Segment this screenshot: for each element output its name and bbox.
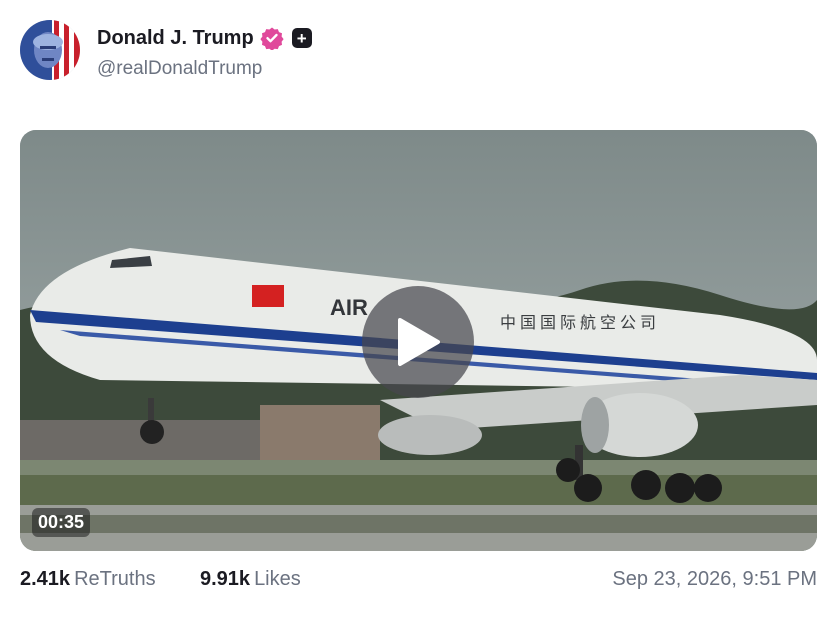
- likes-label: Likes: [254, 568, 301, 590]
- svg-text:AIR: AIR: [330, 295, 368, 320]
- plus-square-icon: +: [291, 28, 312, 48]
- author-display-name[interactable]: Donald J. Trump: [97, 27, 254, 50]
- retruths-count: 2.41k: [20, 568, 71, 590]
- avatar-image: [20, 20, 80, 80]
- retruths-stat[interactable]: 2.41k ReTruths: [20, 568, 156, 591]
- play-icon: [398, 318, 440, 366]
- avatar[interactable]: [20, 20, 80, 80]
- play-button[interactable]: [362, 286, 474, 398]
- video-duration: 00:35: [32, 508, 91, 537]
- svg-text:中 国 国 际 航 空 公 司: 中 国 国 际 航 空 公 司: [500, 314, 656, 332]
- likes-stat[interactable]: 9.91k Likes: [200, 568, 301, 591]
- author-name-row: Donald J. Trump +: [97, 26, 312, 51]
- retruths-label: ReTruths: [74, 568, 156, 590]
- post-header: Donald J. Trump + @realDonaldTrump: [20, 20, 820, 82]
- post-timestamp[interactable]: Sep 23, 2026, 9:51 PM: [612, 568, 817, 591]
- video-player[interactable]: AIR 中 国 国 际 航 空 公 司 00:35: [20, 130, 817, 551]
- post-footer: 2.41k ReTruths 9.91k Likes Sep 23, 2026, 9…: [20, 566, 817, 596]
- likes-count: 9.91k: [200, 568, 251, 590]
- verified-badge-icon: [260, 26, 284, 51]
- author-handle[interactable]: @realDonaldTrump: [97, 58, 262, 80]
